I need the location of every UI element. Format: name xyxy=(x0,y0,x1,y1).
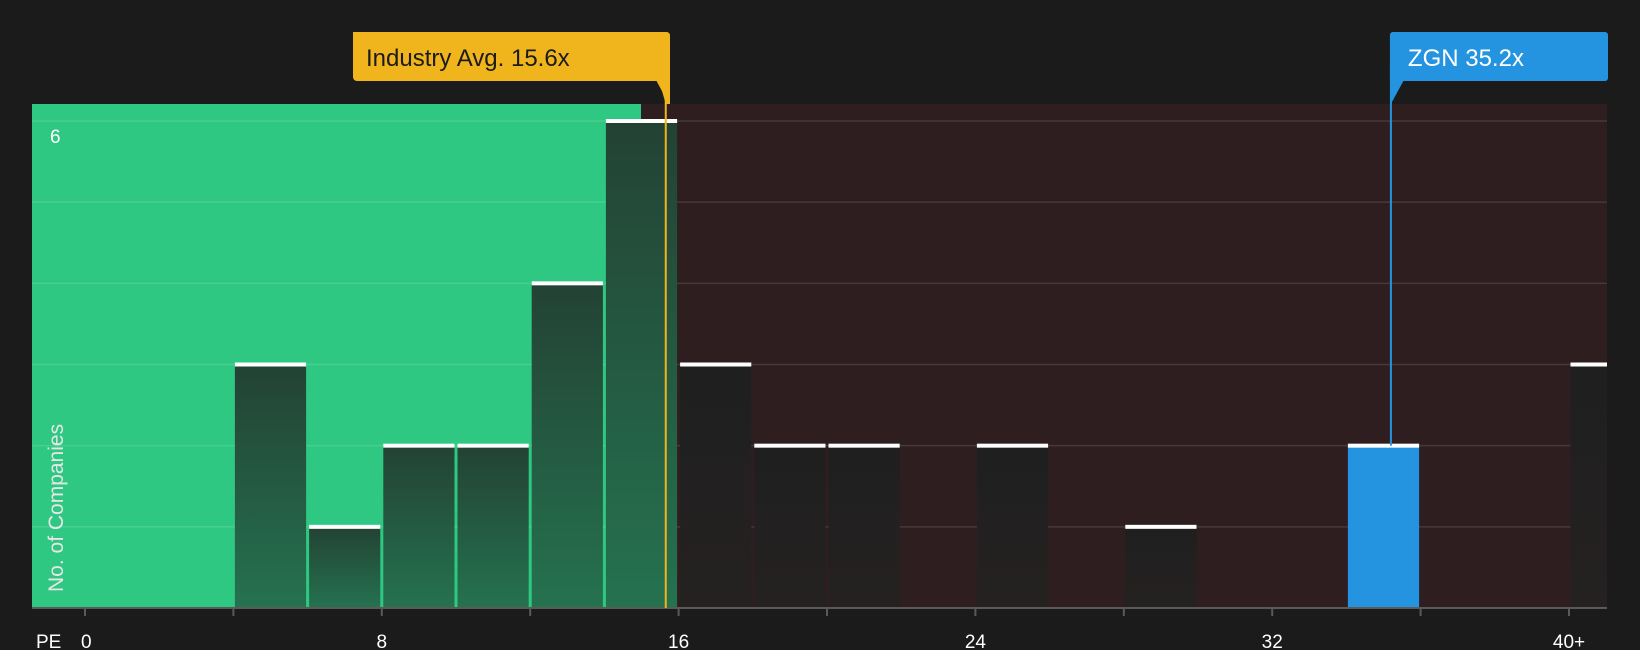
histogram-bar-top xyxy=(828,443,900,448)
y-tick-label: 6 xyxy=(50,127,61,148)
x-tick-label: 16 xyxy=(668,632,689,650)
industry-average-label: Industry Avg. 15.6x xyxy=(366,45,570,72)
company-label: ZGN 35.2x xyxy=(1408,45,1524,72)
pe-distribution-chart: 6 0 8 16 24 32 40+ Industry Avg. 15.6x ZGN 35.… xyxy=(32,32,1608,650)
histogram-bar xyxy=(1125,526,1197,608)
histogram-bar-top xyxy=(531,281,603,286)
histogram-bar-top xyxy=(1347,443,1420,448)
histogram-bar xyxy=(309,526,381,608)
histogram-bar-top xyxy=(234,362,307,367)
histogram-bar-top xyxy=(309,524,381,529)
industry-average-pointer xyxy=(656,80,670,104)
histogram-bar xyxy=(976,445,1049,608)
x-axis-title: PE xyxy=(36,632,61,650)
histogram-bar xyxy=(1570,364,1607,608)
histogram-bar xyxy=(680,364,752,608)
histogram-bar xyxy=(1347,445,1420,608)
histogram-bar-top xyxy=(976,443,1049,448)
histogram-bar xyxy=(457,445,529,608)
histogram-bar-top xyxy=(1125,524,1197,529)
histogram-bar xyxy=(754,445,826,608)
histogram-bar xyxy=(234,364,307,608)
histogram-bar xyxy=(383,445,455,608)
histogram-bar-top xyxy=(754,443,826,448)
histogram-bar xyxy=(828,445,900,608)
histogram-bar-top xyxy=(383,443,455,448)
x-tick-label: 8 xyxy=(377,632,388,650)
histogram-bar-top xyxy=(680,362,752,367)
histogram-bar-top xyxy=(457,443,529,448)
histogram-bar-top xyxy=(1570,362,1607,367)
x-tick-label: 40+ xyxy=(1553,632,1585,650)
histogram-bar xyxy=(531,283,603,608)
y-axis-title: No. of Companies xyxy=(45,424,68,592)
company-pointer xyxy=(1389,80,1404,104)
x-tick-label: 24 xyxy=(965,632,987,650)
x-tick-label: 0 xyxy=(81,632,92,650)
x-tick-label: 32 xyxy=(1262,632,1283,650)
